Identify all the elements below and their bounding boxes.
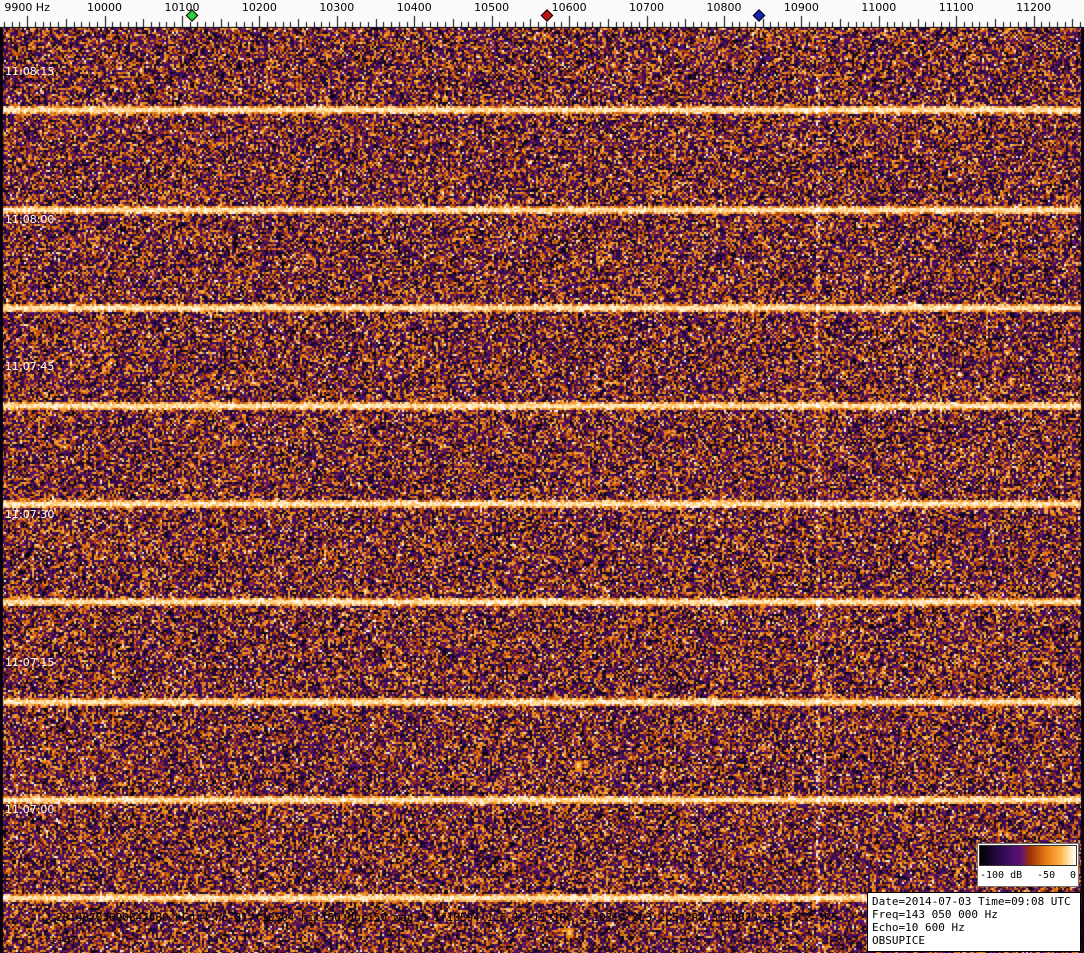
time-axis-label: 11:07:15 bbox=[5, 656, 54, 669]
colorbar-gradient bbox=[979, 845, 1077, 866]
footer-annotation: ^t+47 bbox=[44, 934, 77, 947]
detection-annotation: 20140703090647680 hCnt4 nb-81-f10594 hit… bbox=[56, 911, 837, 924]
freq-tick-label: 10500 bbox=[474, 1, 509, 14]
colorbar-label-min: -100 dB bbox=[980, 867, 1022, 884]
observation-info-box: Date=2014-07-03 Time=09:08 UTC Freq=143 … bbox=[867, 892, 1081, 952]
freq-tick-label: 11200 bbox=[1016, 1, 1051, 14]
time-axis-label: 11:07:30 bbox=[5, 508, 54, 521]
spectrogram-canvas bbox=[0, 28, 1084, 953]
info-echo-line: Echo=10 600 Hz bbox=[872, 921, 1076, 934]
colorbar-labels: -100 dB -50 0 bbox=[978, 867, 1078, 884]
time-axis-label: 11:08:00 bbox=[5, 213, 54, 226]
freq-tick-label: 10700 bbox=[629, 1, 664, 14]
freq-tick-label: 10200 bbox=[242, 1, 277, 14]
freq-tick-label: 10400 bbox=[397, 1, 432, 14]
waterfall-area: 11:08:15 11:08:00 11:07:45 11:07:30 11:07:15… bbox=[0, 28, 1084, 953]
info-date-line: Date=2014-07-03 Time=09:08 UTC bbox=[872, 895, 1076, 908]
time-axis-label: 11:08:15 bbox=[5, 65, 54, 78]
freq-tick-label: 9900 Hz bbox=[4, 1, 50, 14]
freq-tick-label: 10900 bbox=[784, 1, 819, 14]
freq-tick-label: 10000 bbox=[87, 1, 122, 14]
meteor-spectrogram-app: 9900 Hz 10000 10100 10200 10300 10400 10500 106… bbox=[0, 0, 1084, 953]
time-axis-label: 11:07:45 bbox=[5, 360, 54, 373]
freq-tick-label: 11000 bbox=[861, 1, 896, 14]
freq-tick-label: 11100 bbox=[939, 1, 974, 14]
freq-tick-label: 10300 bbox=[319, 1, 354, 14]
colorbar-label-max: 0 bbox=[1070, 867, 1076, 884]
time-axis-label: 11:07:00 bbox=[5, 803, 54, 816]
colorbar-legend: -100 dB -50 0 bbox=[977, 843, 1079, 887]
info-freq-line: Freq=143 050 000 Hz bbox=[872, 908, 1076, 921]
info-station-line: OBSUPICE bbox=[872, 934, 1076, 947]
colorbar-label-mid: -50 bbox=[1037, 867, 1055, 884]
frequency-ruler: 9900 Hz 10000 10100 10200 10300 10400 10500 106… bbox=[0, 0, 1084, 28]
freq-tick-label: 10600 bbox=[552, 1, 587, 14]
freq-tick-label: 10800 bbox=[706, 1, 741, 14]
